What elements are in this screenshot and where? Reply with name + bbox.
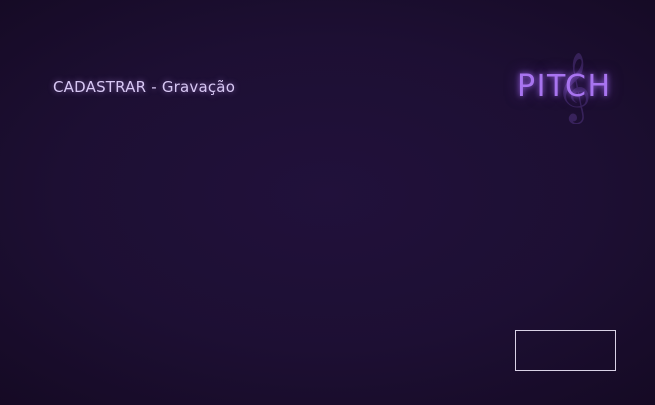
action-button[interactable] [515,330,616,371]
page-title: CADASTRAR - Gravação [53,78,236,96]
brand-name: PITCH [517,69,612,104]
brand-logo: 𝄞 PITCH [513,50,623,128]
app-screen: CADASTRAR - Gravação 𝄞 PITCH [0,0,655,405]
